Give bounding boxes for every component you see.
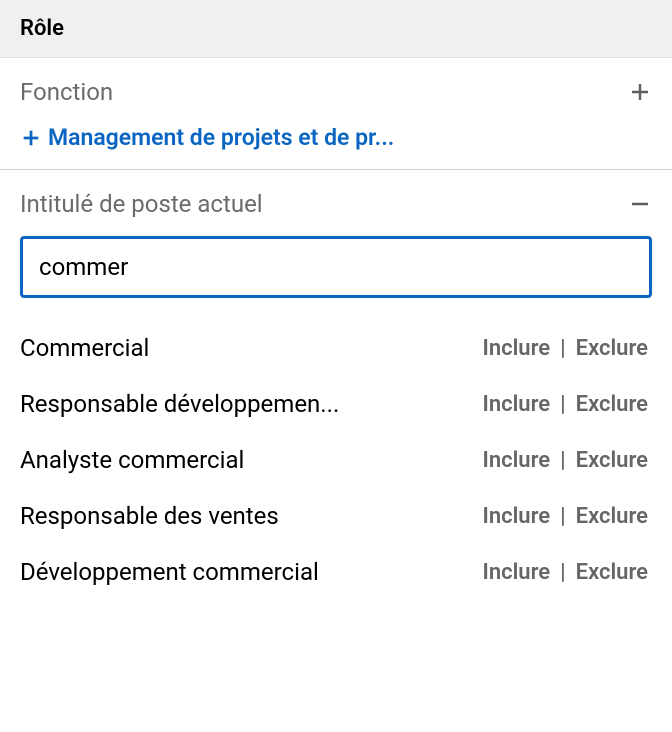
plus-icon[interactable] — [628, 80, 652, 104]
intitule-search-wrapper — [20, 236, 652, 298]
fonction-title: Fonction — [20, 78, 113, 106]
suggestion-actions: Inclure | Exclure — [479, 336, 653, 361]
intitule-filter-header: Intitulé de poste actuel — [20, 190, 652, 218]
exclude-action[interactable]: Exclure — [572, 336, 652, 361]
action-divider: | — [554, 448, 572, 473]
fonction-chip-label: Management de projets et de pr... — [48, 124, 394, 151]
suggestion-row: Responsable développemen... Inclure | Ex… — [20, 376, 652, 432]
intitule-filter-group: Intitulé de poste actuel Commercial Incl… — [0, 169, 672, 618]
role-section-header: Rôle — [0, 0, 672, 58]
suggestions-list: Commercial Inclure | Exclure Responsable… — [20, 320, 652, 600]
role-section-title: Rôle — [20, 16, 652, 41]
suggestion-row: Analyste commercial Inclure | Exclure — [20, 432, 652, 488]
include-action[interactable]: Inclure — [479, 448, 555, 473]
suggestion-row: Responsable des ventes Inclure | Exclure — [20, 488, 652, 544]
suggestion-row: Développement commercial Inclure | Exclu… — [20, 544, 652, 600]
suggestion-actions: Inclure | Exclure — [479, 560, 653, 585]
include-action[interactable]: Inclure — [479, 336, 555, 361]
include-action[interactable]: Inclure — [479, 560, 555, 585]
fonction-filter-group: Fonction Management de projets et de pr.… — [0, 58, 672, 169]
suggestion-actions: Inclure | Exclure — [479, 392, 653, 417]
intitule-search-input[interactable] — [20, 236, 652, 298]
suggestion-label: Développement commercial — [20, 558, 319, 586]
include-action[interactable]: Inclure — [479, 504, 555, 529]
plus-icon — [20, 127, 42, 149]
action-divider: | — [554, 392, 572, 417]
suggestion-row: Commercial Inclure | Exclure — [20, 320, 652, 376]
action-divider: | — [554, 560, 572, 585]
exclude-action[interactable]: Exclure — [572, 560, 652, 585]
action-divider: | — [554, 504, 572, 529]
intitule-title: Intitulé de poste actuel — [20, 190, 263, 218]
exclude-action[interactable]: Exclure — [572, 504, 652, 529]
suggestion-label: Responsable des ventes — [20, 502, 279, 530]
exclude-action[interactable]: Exclure — [572, 392, 652, 417]
suggestion-label: Responsable développemen... — [20, 390, 339, 418]
add-fonction-chip[interactable]: Management de projets et de pr... — [20, 124, 394, 151]
suggestion-label: Analyste commercial — [20, 446, 244, 474]
exclude-action[interactable]: Exclure — [572, 448, 652, 473]
minus-icon[interactable] — [628, 192, 652, 216]
action-divider: | — [554, 336, 572, 361]
fonction-filter-header: Fonction — [20, 78, 652, 106]
suggestion-actions: Inclure | Exclure — [479, 448, 653, 473]
fonction-chip-row: Management de projets et de pr... — [20, 124, 652, 151]
suggestion-label: Commercial — [20, 334, 149, 362]
suggestion-actions: Inclure | Exclure — [479, 504, 653, 529]
include-action[interactable]: Inclure — [479, 392, 555, 417]
